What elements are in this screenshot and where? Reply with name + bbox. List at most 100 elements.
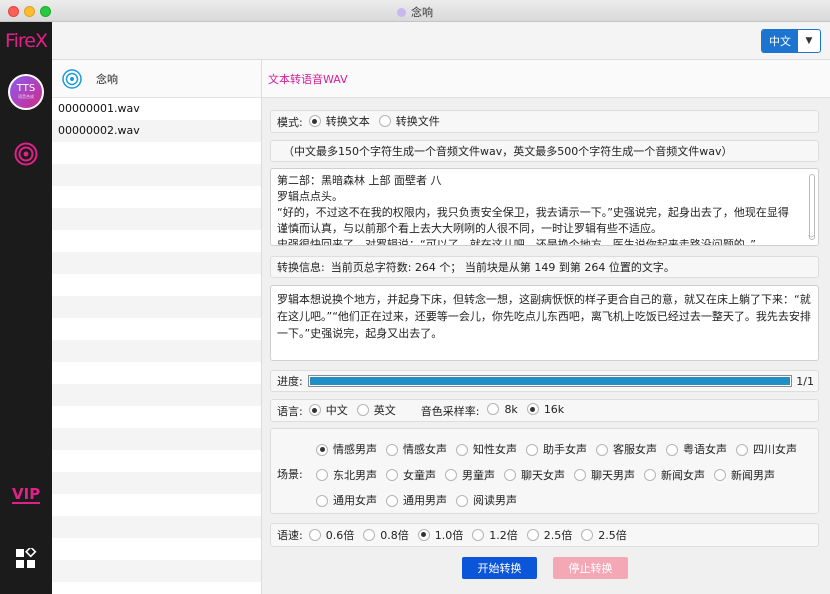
radio-button[interactable] — [526, 528, 539, 541]
radio-button[interactable] — [445, 469, 457, 481]
scene-option[interactable]: 通用女声 — [316, 489, 377, 512]
file-list-item[interactable] — [52, 186, 261, 208]
scene-option[interactable]: 通用男声 — [386, 489, 447, 512]
language-select[interactable]: 中文 ▼ — [761, 29, 821, 53]
radio-button[interactable] — [386, 494, 398, 507]
radio-button[interactable] — [574, 469, 586, 481]
file-list-item[interactable] — [52, 274, 261, 296]
file-list-item[interactable] — [52, 164, 261, 186]
stop-convert-button[interactable]: 停止转换 — [553, 557, 628, 579]
radio-button[interactable] — [596, 443, 608, 456]
audio-disc-icon[interactable] — [14, 142, 38, 166]
radio-button[interactable] — [526, 443, 538, 456]
radio-button[interactable] — [308, 404, 321, 416]
radio-button[interactable] — [356, 404, 369, 416]
scene-option[interactable]: 阅读男声 — [456, 489, 517, 512]
tts-nav-button[interactable]: TTS 语音合成 — [8, 74, 44, 110]
scene-option[interactable]: 聊天男声 — [574, 464, 635, 487]
radio-button[interactable] — [472, 528, 485, 541]
scene-option[interactable]: 新闻男声 — [714, 464, 775, 487]
sample-rate-option-label: 16k — [543, 402, 565, 416]
file-list-item[interactable] — [52, 560, 261, 582]
radio-button[interactable] — [736, 443, 748, 456]
scene-option[interactable]: 知性女声 — [456, 438, 517, 461]
speed-option[interactable]: 2.5倍 — [581, 527, 627, 543]
radio-button[interactable] — [417, 528, 430, 541]
file-list-item[interactable] — [52, 142, 261, 164]
radio-button[interactable] — [714, 469, 726, 481]
file-list-item[interactable] — [52, 230, 261, 252]
speed-option[interactable]: 0.6倍 — [308, 527, 354, 543]
language-option[interactable]: 中文 — [308, 402, 348, 418]
scene-option[interactable]: 客服女声 — [596, 438, 657, 461]
info-row: 转换信息: 当前页总字符数: 264 个； 当前块是从第 149 到第 264 … — [270, 256, 819, 278]
language-option[interactable]: 英文 — [356, 402, 396, 418]
radio-button[interactable] — [308, 115, 321, 127]
source-text-area[interactable]: 第二部：黑暗森林 上部 面壁者 八罗辑点点头。 “好的，不过这不在我的权限内，我只… — [270, 168, 819, 246]
radio-button[interactable] — [308, 528, 321, 541]
vip-button[interactable]: VIP — [12, 486, 41, 504]
mode-option[interactable]: 转换文件 — [378, 113, 440, 129]
sample-rate-option[interactable]: 8k — [487, 403, 518, 416]
scene-option[interactable]: 东北男声 — [316, 464, 377, 487]
radio-button[interactable] — [316, 494, 328, 507]
file-list-item[interactable]: 00000001.wav — [52, 98, 261, 120]
radio-button[interactable] — [504, 469, 516, 481]
file-list-item[interactable] — [52, 384, 261, 406]
scene-option[interactable]: 情感女声 — [386, 438, 447, 461]
radio-button[interactable] — [363, 528, 376, 541]
file-list-item[interactable] — [52, 208, 261, 230]
scene-option[interactable]: 助手女声 — [526, 438, 587, 461]
scene-option[interactable]: 女童声 — [386, 464, 436, 487]
scene-option[interactable]: 聊天女声 — [504, 464, 565, 487]
radio-button[interactable] — [526, 403, 539, 416]
file-list-item[interactable] — [52, 450, 261, 472]
file-list-item[interactable] — [52, 428, 261, 450]
page-title: 文本转语音WAV — [262, 60, 830, 98]
scene-option[interactable]: 粤语女声 — [666, 438, 727, 461]
scene-option[interactable]: 四川女声 — [736, 438, 797, 461]
speed-option[interactable]: 2.5倍 — [526, 527, 572, 543]
speed-option[interactable]: 1.0倍 — [417, 527, 463, 543]
speed-option[interactable]: 0.8倍 — [363, 527, 409, 543]
radio-button[interactable] — [456, 443, 468, 456]
file-list-item[interactable] — [52, 296, 261, 318]
radio-button[interactable] — [316, 469, 328, 481]
progress-bar — [307, 375, 793, 387]
radio-button[interactable] — [644, 469, 656, 481]
file-list-item[interactable] — [52, 582, 261, 594]
source-text-line: 第二部：黑暗森林 上部 面壁者 八 — [277, 174, 442, 187]
radio-button[interactable] — [316, 443, 328, 456]
scene-option[interactable]: 新闻女声 — [644, 464, 705, 487]
file-list-item[interactable] — [52, 472, 261, 494]
mode-option[interactable]: 转换文本 — [308, 113, 370, 129]
radio-button[interactable] — [378, 115, 391, 127]
radio-button[interactable] — [386, 443, 398, 456]
sample-rate-option[interactable]: 16k — [526, 402, 565, 416]
file-list-item[interactable] — [52, 362, 261, 384]
radio-button[interactable] — [487, 403, 500, 416]
file-list-item[interactable] — [52, 538, 261, 560]
file-list-item[interactable] — [52, 252, 261, 274]
radio-button[interactable] — [581, 528, 594, 541]
scene-option[interactable]: 情感男声 — [316, 438, 377, 461]
radio-button[interactable] — [456, 494, 468, 507]
app-icon — [397, 8, 406, 17]
apps-grid-icon[interactable] — [15, 548, 37, 570]
radio-button[interactable] — [666, 443, 678, 456]
radio-button[interactable] — [386, 469, 398, 481]
file-list-item[interactable] — [52, 494, 261, 516]
file-list-item[interactable] — [52, 340, 261, 362]
speed-option[interactable]: 1.2倍 — [472, 527, 518, 543]
scene-option[interactable]: 男童声 — [445, 464, 495, 487]
file-list-item[interactable] — [52, 406, 261, 428]
file-list-item[interactable] — [52, 318, 261, 340]
start-convert-button[interactable]: 开始转换 — [462, 557, 537, 579]
file-list-item[interactable]: 00000002.wav — [52, 120, 261, 142]
chevron-down-icon[interactable]: ﹀ — [808, 231, 815, 245]
chevron-down-icon[interactable]: ▼ — [798, 30, 820, 52]
chunk-text-area[interactable]: 罗辑本想说换个地方，并起身下床，但转念一想，这副病恹恹的样子更合自己的意，就又在… — [270, 285, 819, 361]
scene-option-label: 男童声 — [462, 468, 495, 482]
file-list-item[interactable] — [52, 516, 261, 538]
sample-rate-options: 8k 16k — [487, 403, 573, 419]
